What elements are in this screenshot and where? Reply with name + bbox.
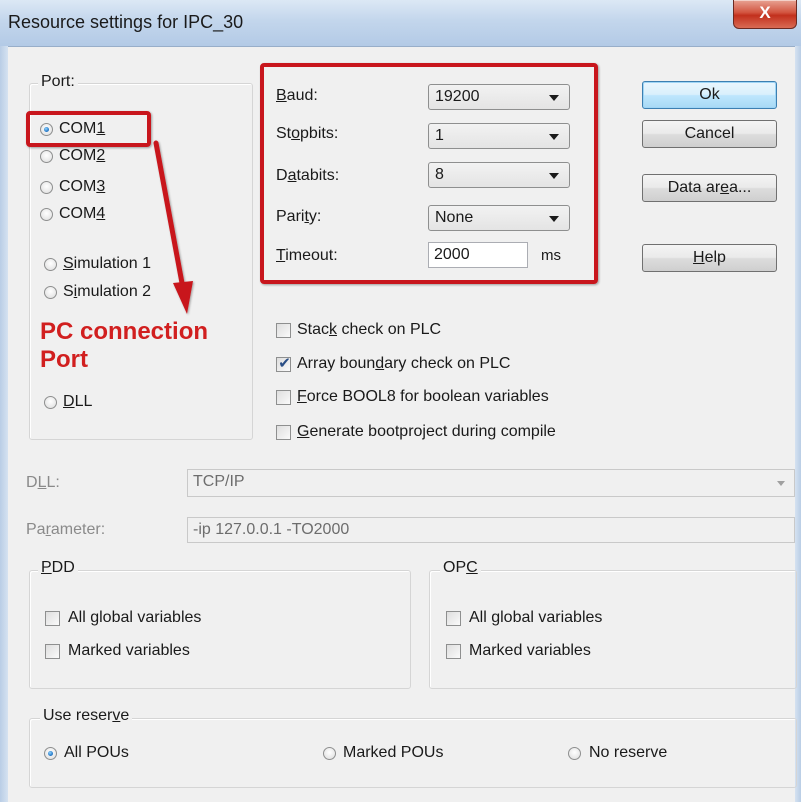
annotation-line-2: Port bbox=[40, 346, 88, 373]
dialog-window: Resource settings for IPC_30 X Port: COM… bbox=[0, 0, 801, 802]
annotation-line-1: PC connection bbox=[40, 318, 209, 345]
arrow-down-icon bbox=[153, 140, 193, 314]
annotation-text: PC connection Port bbox=[40, 318, 208, 374]
annotation-arrow bbox=[153, 140, 193, 314]
